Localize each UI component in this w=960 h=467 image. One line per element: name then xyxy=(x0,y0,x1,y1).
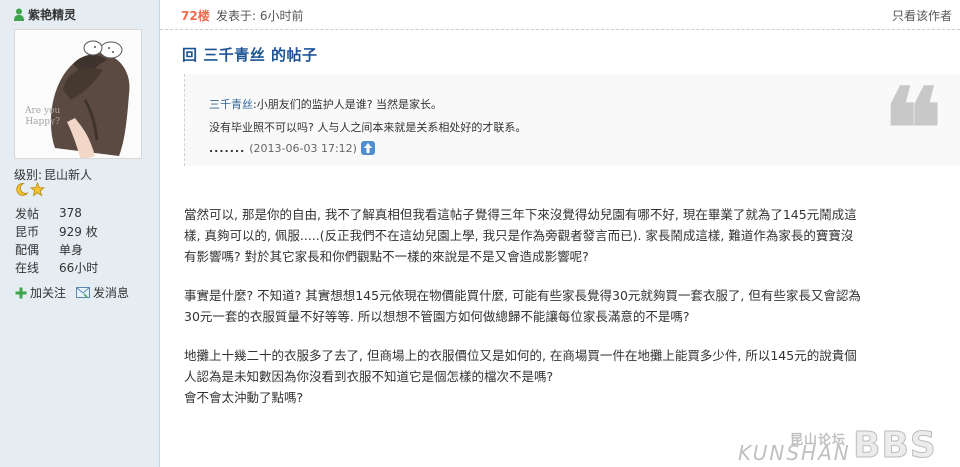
user-stats: 发帖 378 昆币 929 枚 配偶 单身 在线 66小时 xyxy=(15,204,98,276)
avatar[interactable]: Are you Happy? xyxy=(14,29,142,159)
post-body: 當然可以, 那是你的自由, 我不了解真相但我看這帖子覺得三年下來沒覺得幼兒園有哪… xyxy=(184,204,960,426)
level-value: 昆山新人 xyxy=(44,168,93,182)
stat-label: 在线 xyxy=(15,260,40,275)
author-sidebar: 紫艳精灵 Are you Happy? 级别: 昆山新人 发帖 378 昆币 9… xyxy=(0,0,160,467)
avatar-caption-line2: Happy? xyxy=(25,117,60,127)
post-line: 事實是什麼? 不知道? 其實想想145元依現在物價能買什麼, 可能有些家長覺得3… xyxy=(184,288,861,303)
avatar-caption-line1: Are you xyxy=(25,106,61,116)
user-online-icon xyxy=(14,8,24,21)
post-title: 回 三千青丝 的帖子 xyxy=(182,46,318,64)
avatar-illustration xyxy=(15,30,141,158)
avatar-caption: Are you Happy? xyxy=(25,106,60,128)
post-line: 有影響嗎? 對於其它家長和你們觀點不一樣的來說是不是又會造成影響呢? xyxy=(184,249,589,264)
plus-icon xyxy=(15,287,27,298)
post-line: 當然可以, 那是你的自由, 我不了解真相但我看這帖子覺得三年下來沒覺得幼兒園有哪… xyxy=(184,207,857,222)
stat-label: 配偶 xyxy=(15,242,40,257)
quote-footer: ....... (2013-06-03 17:12) xyxy=(209,141,375,155)
stat-posts: 发帖 378 xyxy=(15,204,98,222)
quote-timestamp: (2013-06-03 17:12) xyxy=(249,141,357,155)
post-paragraph: 地攤上十幾二十的衣服多了去了, 但商場上的衣服價位又是如何的, 在商場買一件在地… xyxy=(184,345,960,408)
jump-to-post-icon[interactable] xyxy=(360,141,375,155)
watermark-bbs: BBS xyxy=(853,425,937,467)
username[interactable]: 紫艳精灵 xyxy=(28,6,76,23)
post-paragraph: 當然可以, 那是你的自由, 我不了解真相但我看這帖子覺得三年下來沒覺得幼兒園有哪… xyxy=(184,204,960,267)
stat-value: 929 枚 xyxy=(59,224,98,239)
stat-label: 昆币 xyxy=(15,224,40,239)
stat-online: 在线 66小时 xyxy=(15,258,98,276)
add-friend-label: 加关注 xyxy=(30,286,67,300)
stat-label: 发帖 xyxy=(15,206,40,221)
level-badges xyxy=(14,182,45,198)
kunshan-bbs-watermark: 昆山论坛 KUNSHAN BBS xyxy=(738,425,948,467)
post-content: 72楼 发表于: 6小时前 只看该作者 回 三千青丝 的帖子 三千青丝:小朋友们… xyxy=(160,0,960,467)
post-line: 樣, 真夠可以的, 佩服.....(反正我們不在這幼兒園上學, 我只是作為旁觀者… xyxy=(184,228,854,243)
stat-spouse: 配偶 单身 xyxy=(15,240,98,258)
add-friend-button[interactable]: 加关注 xyxy=(15,284,66,301)
quote-line-2: 没有毕业照不可以吗? 人与人之间本来就是关系相处好的才联系。 xyxy=(209,121,527,134)
post-line: 會不會太沖動了點嗎? xyxy=(184,390,304,405)
user-actions: 加关注 发消息 xyxy=(15,284,129,301)
stat-coins: 昆币 929 枚 xyxy=(15,222,98,240)
level-label: 级别: xyxy=(14,168,43,182)
stat-value: 单身 xyxy=(59,242,84,257)
only-author-link[interactable]: 只看该作者 xyxy=(892,7,952,24)
floor-number[interactable]: 72楼 xyxy=(181,7,210,24)
post-line: 地攤上十幾二十的衣服多了去了, 但商場上的衣服價位又是如何的, 在商場買一件在地… xyxy=(184,348,857,363)
quote-author[interactable]: 三千青丝 xyxy=(209,98,253,111)
post-paragraph: 事實是什麼? 不知道? 其實想想145元依現在物價能買什麼, 可能有些家長覺得3… xyxy=(184,285,960,327)
post-info-bar: 72楼 发表于: 6小时前 只看该作者 xyxy=(160,0,960,30)
send-message-button[interactable]: 发消息 xyxy=(76,284,129,301)
stat-value: 66小时 xyxy=(59,260,99,275)
quote-line-1: 三千青丝:小朋友们的监护人是谁? 当然是家长。 xyxy=(209,96,442,112)
quote-text-1: :小朋友们的监护人是谁? 当然是家长。 xyxy=(253,98,443,111)
watermark-en: KUNSHAN xyxy=(738,441,851,465)
post-line: 30元一套的衣服質量不好等等. 所以想想不管園方如何做總歸不能讓每位家長滿意的不… xyxy=(184,309,690,324)
quote-ellipsis: ....... xyxy=(209,141,246,155)
stat-value: 378 xyxy=(59,206,82,220)
quote-block: 三千青丝:小朋友们的监护人是谁? 当然是家长。 没有毕业照不可以吗? 人与人之间… xyxy=(184,74,960,184)
send-message-label: 发消息 xyxy=(93,286,130,300)
post-time: 发表于: 6小时前 xyxy=(216,9,304,23)
user-level: 级别: 昆山新人 xyxy=(14,166,92,183)
quote-mark-icon: ❝ xyxy=(883,64,943,193)
post-line: 人認為是未知數因為你沒看到衣服不知道它是個怎樣的檔次不是嗎? xyxy=(184,369,554,384)
moon-icon xyxy=(16,183,29,196)
star-icon xyxy=(30,182,45,197)
envelope-icon xyxy=(76,287,91,298)
username-row: 紫艳精灵 xyxy=(14,6,76,22)
